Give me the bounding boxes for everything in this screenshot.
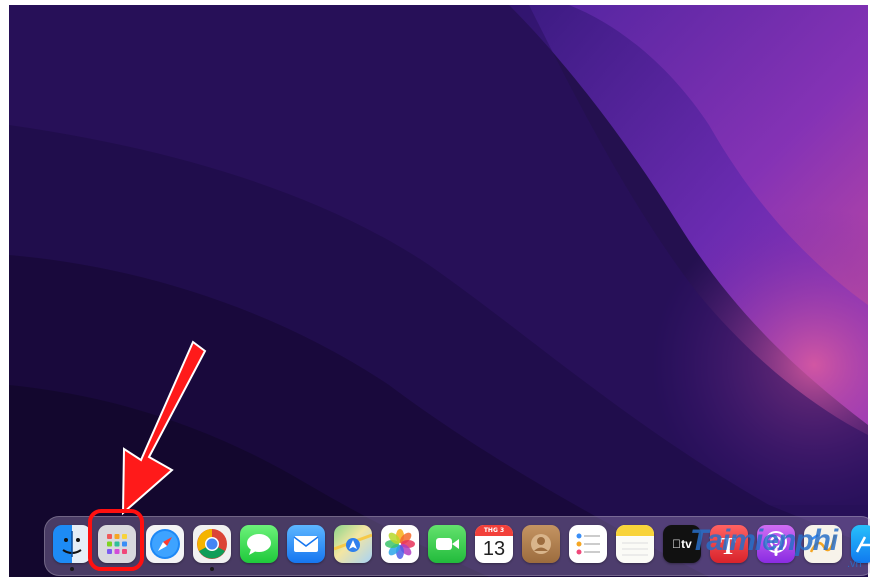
desktop (9, 5, 868, 577)
calendar-icon[interactable]: THG 3 13 (475, 525, 513, 563)
safari-icon[interactable] (146, 525, 184, 563)
t-app-icon[interactable]: T (710, 525, 748, 563)
chrome-icon[interactable] (193, 525, 231, 563)
chrome-running-indicator (210, 567, 214, 571)
maps-icon[interactable] (334, 525, 372, 563)
finder-icon[interactable] (53, 525, 91, 563)
messages-icon[interactable] (240, 525, 278, 563)
calendar-month: THG 3 (475, 525, 513, 536)
apple-tv-icon[interactable]: tv (663, 525, 701, 563)
calendar-day: 13 (482, 538, 506, 560)
podcasts-icon[interactable] (757, 525, 795, 563)
mail-icon[interactable] (287, 525, 325, 563)
contacts-icon[interactable] (522, 525, 560, 563)
app-store-icon[interactable] (851, 525, 870, 563)
finder-running-indicator (70, 567, 74, 571)
photos-icon[interactable] (381, 525, 419, 563)
notes-icon[interactable] (616, 525, 654, 563)
annotation-arrow (121, 340, 207, 516)
freeform-icon[interactable] (804, 525, 842, 563)
svg-text:T: T (720, 534, 736, 560)
facetime-icon[interactable] (428, 525, 466, 563)
reminders-icon[interactable] (569, 525, 607, 563)
dock: THG 3 13 tv T (44, 516, 870, 576)
apple-tv-label: tv (672, 537, 692, 551)
launchpad-highlight-box (88, 509, 144, 571)
